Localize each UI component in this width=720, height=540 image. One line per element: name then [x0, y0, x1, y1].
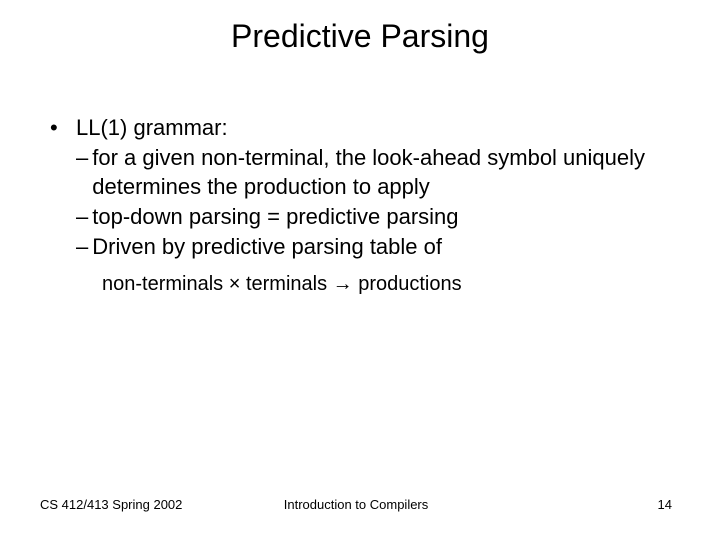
- dash-marker: –: [76, 202, 92, 232]
- slide-footer: CS 412/413 Spring 2002 Introduction to C…: [0, 497, 720, 512]
- slide-content: • LL(1) grammar: – for a given non-termi…: [0, 63, 720, 298]
- dash-marker: –: [76, 232, 92, 262]
- sub-bullet-text: Driven by predictive parsing table of: [92, 232, 680, 262]
- dash-marker: –: [76, 143, 92, 173]
- slide-title: Predictive Parsing: [0, 0, 720, 63]
- bullet-label: LL(1) grammar:: [76, 113, 680, 143]
- footer-page-number: 14: [461, 497, 672, 512]
- sub-bullet-item: – top-down parsing = predictive parsing: [50, 202, 680, 232]
- footer-course: CS 412/413 Spring 2002: [40, 497, 251, 512]
- formula-line: non-terminals × terminals → productions: [50, 261, 680, 298]
- sub-bullet-item: – for a given non-terminal, the look-ahe…: [50, 143, 680, 202]
- sub-bullet-text: for a given non-terminal, the look-ahead…: [92, 143, 680, 202]
- bullet-marker: •: [50, 113, 76, 143]
- sub-bullet-item: – Driven by predictive parsing table of: [50, 232, 680, 262]
- sub-bullet-text: top-down parsing = predictive parsing: [92, 202, 680, 232]
- footer-title: Introduction to Compilers: [251, 497, 462, 512]
- bullet-item: • LL(1) grammar:: [50, 113, 680, 143]
- slide: Predictive Parsing • LL(1) grammar: – fo…: [0, 0, 720, 540]
